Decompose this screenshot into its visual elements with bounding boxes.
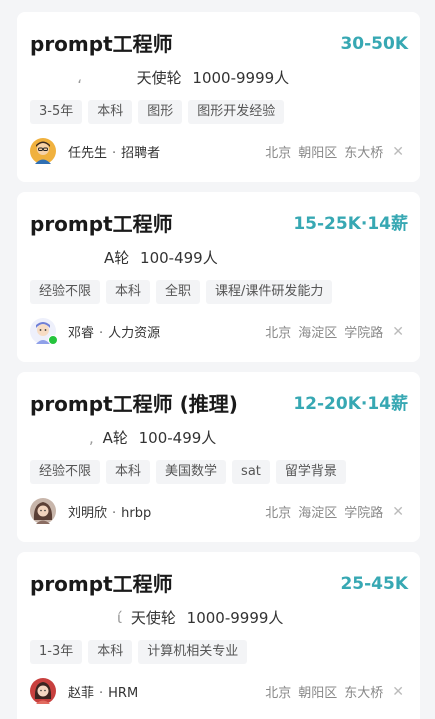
- separator: ·: [99, 685, 104, 701]
- tag: 本科: [106, 280, 151, 304]
- recruiter[interactable]: 刘明欣 · hrbp: [30, 498, 151, 524]
- recruiter-name-text: 刘明欣: [68, 505, 108, 521]
- location: 北京 朝阳区 东大桥 ✕: [265, 142, 404, 162]
- tag: 本科: [88, 640, 133, 664]
- company-stage: A轮: [104, 249, 130, 267]
- company-name-blurred: ,: [89, 429, 94, 447]
- tag-list: 经验不限 本科 全职 课程/课件研发能力: [30, 280, 333, 304]
- tag-list: 3-5年 本科 图形 图形开发经验: [30, 100, 285, 124]
- salary: 15-25K·14薪: [293, 214, 408, 234]
- company-name-blurred: ί: [117, 609, 123, 627]
- avatar-icon: [30, 498, 56, 524]
- company-size: 100-499人: [138, 429, 217, 447]
- close-icon[interactable]: ✕: [392, 145, 404, 159]
- location: 北京 海淀区 学院路 ✕: [265, 322, 404, 342]
- tag: 1-3年: [30, 640, 83, 664]
- district: 海淀区: [298, 326, 338, 341]
- recruiter-role: 招聘者: [121, 145, 161, 161]
- job-title: prompt工程师 (推理): [30, 392, 238, 416]
- tag: 图形开发经验: [188, 100, 285, 124]
- avatar: [30, 678, 56, 704]
- business-area: 学院路: [344, 326, 384, 341]
- recruiter-name-text: 赵菲: [68, 685, 95, 701]
- close-icon[interactable]: ✕: [392, 505, 404, 519]
- recruiter-name: 赵菲 · HRM: [68, 682, 138, 701]
- tag-list: 经验不限 本科 美国数学 sat 留学背景: [30, 460, 346, 484]
- tag: 本科: [88, 100, 133, 124]
- recruiter[interactable]: 邓睿 · 人力资源: [30, 318, 160, 345]
- recruiter[interactable]: 任先生 · 招聘者: [30, 138, 160, 164]
- recruiter-role: HRM: [108, 685, 139, 701]
- company-info: ί 天使轮 1000-9999人: [117, 608, 283, 628]
- company-stage: 天使轮: [130, 609, 176, 627]
- district: 朝阳区: [298, 686, 338, 701]
- tag: 经验不限: [30, 280, 101, 304]
- job-title: prompt工程师: [30, 212, 173, 236]
- avatar: [30, 318, 58, 345]
- tag-list: 1-3年 本科 计算机相关专业: [30, 640, 248, 664]
- company-size: 100-499人: [140, 249, 218, 267]
- location: 北京 海淀区 学院路 ✕: [265, 502, 404, 522]
- company-size: 1000-9999人: [192, 69, 290, 87]
- tag: 课程/课件研发能力: [206, 280, 333, 304]
- close-icon[interactable]: ✕: [392, 685, 404, 699]
- tag: 3-5年: [30, 100, 83, 124]
- company-info: , A轮 100-499人: [89, 428, 216, 448]
- recruiter-role: hrbp: [121, 505, 152, 521]
- avatar-icon: [30, 678, 56, 704]
- business-area: 学院路: [344, 506, 384, 521]
- job-card[interactable]: prompt工程师 15-25K·14薪 A轮 100-499人 经验不限 本科…: [17, 192, 420, 362]
- district: 朝阳区: [298, 146, 338, 161]
- separator: ·: [99, 325, 104, 341]
- recruiter-name: 刘明欣 · hrbp: [68, 502, 151, 521]
- job-card[interactable]: prompt工程师 25-45K ί 天使轮 1000-9999人 1-3年 本…: [17, 552, 420, 719]
- city: 北京: [265, 326, 292, 341]
- salary: 30-50K: [340, 34, 408, 54]
- recruiter-name: 任先生 · 招聘者: [68, 142, 160, 161]
- avatar: [30, 498, 56, 524]
- tag: 美国数学: [156, 460, 227, 484]
- district: 海淀区: [298, 506, 338, 521]
- tag: 留学背景: [275, 460, 346, 484]
- company-stage: 天使轮: [136, 69, 182, 87]
- recruiter-name-text: 任先生: [68, 145, 108, 161]
- close-icon[interactable]: ✕: [392, 325, 404, 339]
- company-info: ، 天使轮 1000-9999人: [77, 68, 289, 88]
- city: 北京: [265, 506, 292, 521]
- company-name-blurred: ،: [77, 69, 82, 87]
- recruiter-name-text: 邓睿: [68, 325, 95, 341]
- city: 北京: [265, 686, 292, 701]
- job-card[interactable]: prompt工程师 30-50K ، 天使轮 1000-9999人 3-5年 本…: [17, 12, 420, 182]
- avatar: [30, 138, 56, 164]
- tag: 计算机相关专业: [138, 640, 248, 664]
- business-area: 东大桥: [344, 146, 384, 161]
- recruiter[interactable]: 赵菲 · HRM: [30, 678, 138, 704]
- tag: 全职: [156, 280, 201, 304]
- separator: ·: [112, 505, 117, 521]
- company-size: 1000-9999人: [186, 609, 284, 627]
- tag: 图形: [138, 100, 183, 124]
- business-area: 东大桥: [344, 686, 384, 701]
- tag: sat: [232, 460, 270, 484]
- tag: 本科: [106, 460, 151, 484]
- avatar-icon: [30, 138, 56, 164]
- company-info: A轮 100-499人: [100, 248, 218, 268]
- salary: 12-20K·14薪: [293, 394, 408, 414]
- company-stage: A轮: [102, 429, 128, 447]
- salary: 25-45K: [340, 574, 408, 594]
- tag: 经验不限: [30, 460, 101, 484]
- job-card[interactable]: prompt工程师 (推理) 12-20K·14薪 , A轮 100-499人 …: [17, 372, 420, 542]
- job-title: prompt工程师: [30, 572, 173, 596]
- city: 北京: [265, 146, 292, 161]
- recruiter-role: 人力资源: [108, 325, 161, 341]
- separator: ·: [112, 145, 117, 161]
- location: 北京 朝阳区 东大桥 ✕: [265, 682, 404, 702]
- job-title: prompt工程师: [30, 32, 173, 56]
- online-status-dot: [48, 335, 58, 345]
- recruiter-name: 邓睿 · 人力资源: [68, 322, 160, 341]
